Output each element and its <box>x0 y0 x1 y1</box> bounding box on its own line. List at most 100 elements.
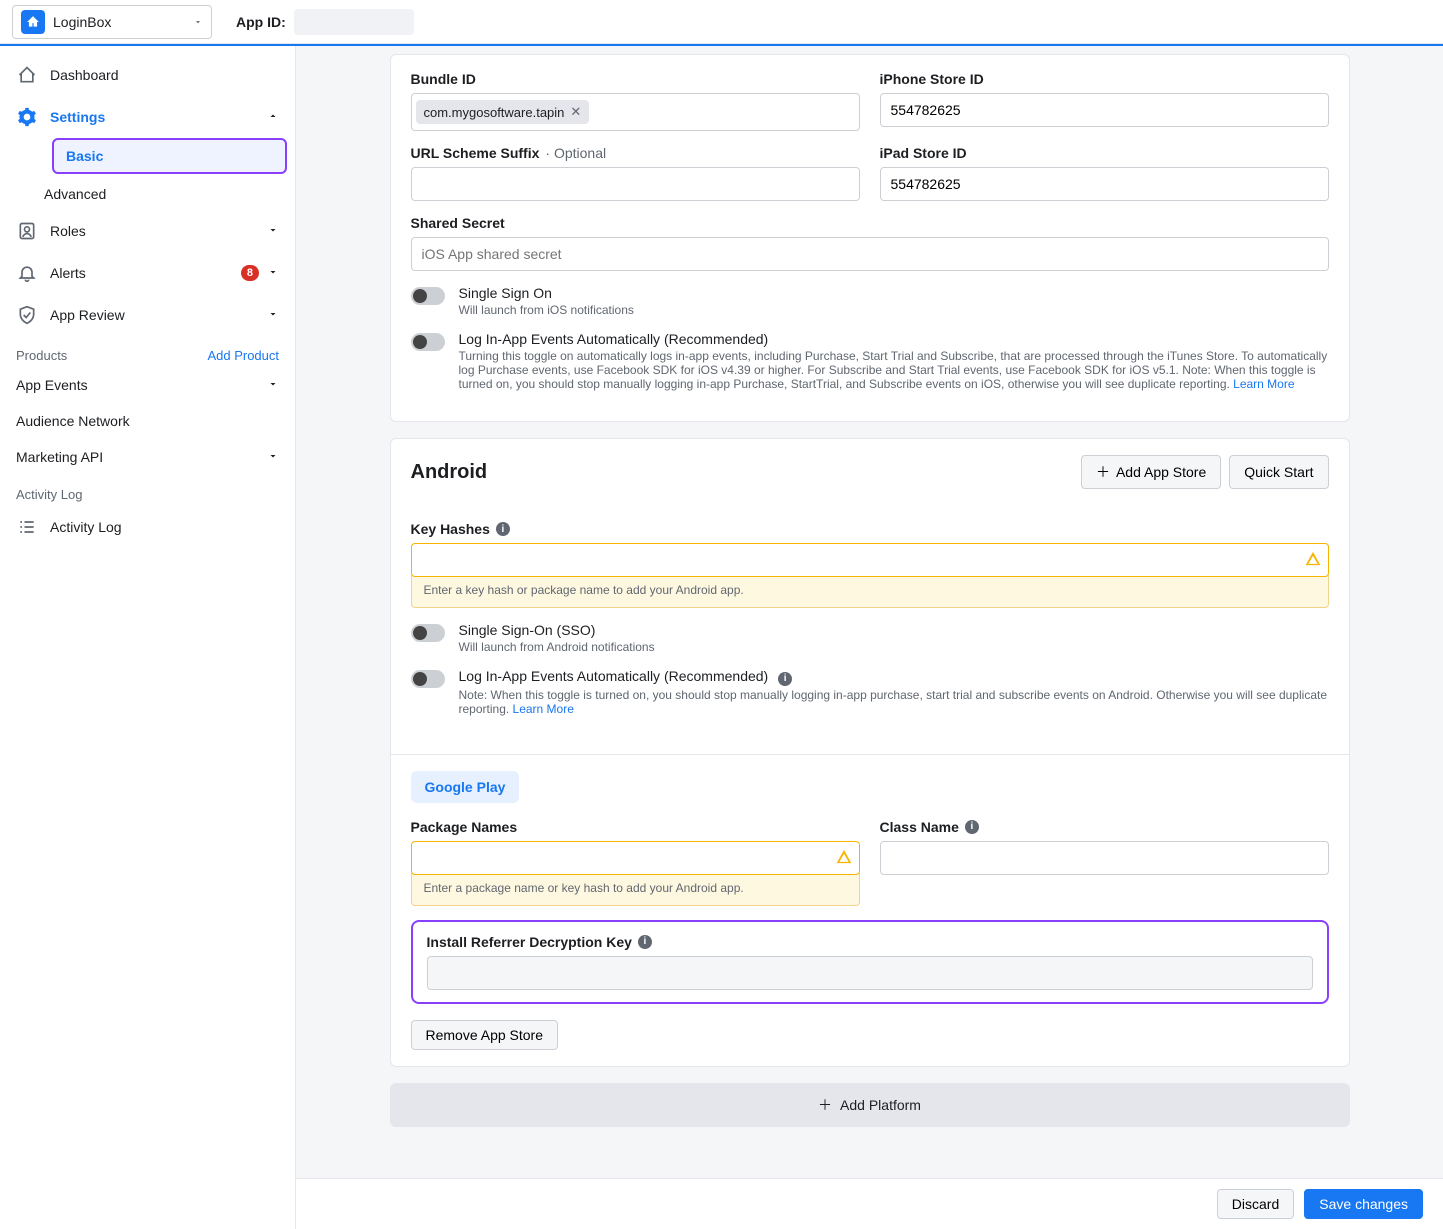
ios-sso-toggle[interactable] <box>411 287 445 305</box>
add-app-store-button[interactable]: ＋ Add App Store <box>1081 455 1221 489</box>
sidebar-label: Roles <box>50 223 86 239</box>
package-names-label: Package Names <box>411 819 860 835</box>
info-icon[interactable]: i <box>778 672 792 686</box>
package-names-warning: Enter a package name or key hash to add … <box>411 873 860 906</box>
bell-icon <box>16 262 38 284</box>
gear-icon <box>16 106 38 128</box>
android-log-events-desc: Note: When this toggle is turned on, you… <box>459 688 1329 716</box>
ios-log-events-desc: Turning this toggle on automatically log… <box>459 349 1329 391</box>
bundle-id-chip: com.mygosoftware.tapin ✕ <box>416 100 590 124</box>
sidebar-label: App Events <box>16 377 88 393</box>
android-sso-toggle[interactable] <box>411 624 445 642</box>
key-hashes-input[interactable] <box>411 543 1329 577</box>
android-title: Android <box>411 461 488 484</box>
install-key-label: Install Referrer Decryption Key i <box>427 934 1313 950</box>
info-icon[interactable]: i <box>965 820 979 834</box>
ipad-store-id-label: iPad Store ID <box>880 145 1329 161</box>
bundle-id-input[interactable]: com.mygosoftware.tapin ✕ <box>411 93 860 131</box>
ios-log-events-toggle[interactable] <box>411 333 445 351</box>
chevron-down-icon <box>267 265 279 281</box>
sidebar-subitem-basic[interactable]: Basic <box>52 138 287 174</box>
iphone-store-id-input[interactable] <box>880 93 1329 127</box>
android-log-events-title: Log In-App Events Automatically (Recomme… <box>459 668 1329 686</box>
ios-sso-title: Single Sign On <box>459 285 634 301</box>
discard-button[interactable]: Discard <box>1217 1189 1294 1219</box>
learn-more-link[interactable]: Learn More <box>1233 377 1294 391</box>
sidebar-item-dashboard[interactable]: Dashboard <box>0 54 295 96</box>
class-name-label: Class Name i <box>880 819 1329 835</box>
save-changes-button[interactable]: Save changes <box>1304 1189 1423 1219</box>
info-icon[interactable]: i <box>638 935 652 949</box>
sidebar-subitem-advanced[interactable]: Advanced <box>44 178 295 210</box>
class-name-input[interactable] <box>880 841 1329 875</box>
android-sso-title: Single Sign-On (SSO) <box>459 622 655 638</box>
plus-icon: ＋ <box>818 1095 832 1115</box>
shared-secret-input[interactable] <box>411 237 1329 271</box>
main-content: Bundle ID com.mygosoftware.tapin ✕ iPhon… <box>296 46 1443 1229</box>
sidebar-item-settings[interactable]: Settings <box>0 96 295 138</box>
android-log-events-toggle[interactable] <box>411 670 445 688</box>
add-platform-button[interactable]: ＋ Add Platform <box>390 1083 1350 1127</box>
roles-icon <box>16 220 38 242</box>
alerts-badge: 8 <box>241 265 259 281</box>
android-card: Android ＋ Add App Store Quick Start Key … <box>390 438 1350 1067</box>
app-logo-icon <box>21 10 45 34</box>
ipad-store-id-input[interactable] <box>880 167 1329 201</box>
chip-text: com.mygosoftware.tapin <box>424 105 565 120</box>
remove-app-store-button[interactable]: Remove App Store <box>411 1020 559 1050</box>
ios-card: Bundle ID com.mygosoftware.tapin ✕ iPhon… <box>390 54 1350 422</box>
app-id-value <box>294 9 414 35</box>
sidebar-item-activity-log[interactable]: Activity Log <box>0 506 295 548</box>
sidebar: Dashboard Settings Basic Advanced Roles … <box>0 46 296 1229</box>
footer-bar: Discard Save changes <box>296 1178 1443 1229</box>
label-text: Install Referrer Decryption Key <box>427 934 632 950</box>
app-id-label: App ID: <box>236 14 286 30</box>
sidebar-label: Activity Log <box>50 519 122 535</box>
iphone-store-id-label: iPhone Store ID <box>880 71 1329 87</box>
learn-more-link[interactable]: Learn More <box>513 702 574 716</box>
label-text: URL Scheme Suffix <box>411 145 540 161</box>
label-text: Key Hashes <box>411 521 490 537</box>
optional-text: · Optional <box>545 145 606 161</box>
sidebar-label: Dashboard <box>50 67 119 83</box>
sidebar-label: Settings <box>50 109 105 125</box>
app-name: LoginBox <box>53 14 111 30</box>
chevron-down-icon <box>267 307 279 323</box>
sidebar-item-alerts[interactable]: Alerts 8 <box>0 252 295 294</box>
add-product-link[interactable]: Add Product <box>207 348 279 363</box>
app-id-group: App ID: <box>236 9 414 35</box>
info-icon[interactable]: i <box>496 522 510 536</box>
products-label: Products <box>16 348 67 363</box>
list-icon <box>16 516 38 538</box>
ios-sso-desc: Will launch from iOS notifications <box>459 303 634 317</box>
chip-remove-icon[interactable]: ✕ <box>570 104 581 120</box>
caret-down-icon <box>193 14 203 30</box>
warning-icon <box>1305 551 1321 570</box>
chevron-up-icon <box>267 109 279 125</box>
app-selector-dropdown[interactable]: LoginBox <box>12 5 212 39</box>
sidebar-item-audience-network[interactable]: Audience Network <box>0 403 295 439</box>
button-label: Add App Store <box>1116 464 1206 480</box>
google-play-tab[interactable]: Google Play <box>411 771 520 803</box>
top-bar: LoginBox App ID: <box>0 0 1443 44</box>
url-scheme-input[interactable] <box>411 167 860 201</box>
add-platform-label: Add Platform <box>840 1097 921 1113</box>
sidebar-item-app-events[interactable]: App Events <box>0 367 295 403</box>
sidebar-label: Alerts <box>50 265 86 281</box>
url-scheme-label: URL Scheme Suffix · Optional <box>411 145 860 161</box>
sidebar-item-roles[interactable]: Roles <box>0 210 295 252</box>
bundle-id-label: Bundle ID <box>411 71 860 87</box>
sidebar-item-app-review[interactable]: App Review <box>0 294 295 336</box>
sidebar-item-marketing-api[interactable]: Marketing API <box>0 439 295 475</box>
quick-start-button[interactable]: Quick Start <box>1229 455 1328 489</box>
warning-icon <box>836 848 852 867</box>
chevron-down-icon <box>267 223 279 239</box>
home-icon <box>16 64 38 86</box>
install-key-input <box>427 956 1313 990</box>
key-hashes-warning: Enter a key hash or package name to add … <box>411 575 1329 608</box>
key-hashes-label: Key Hashes i <box>411 521 1329 537</box>
shield-icon <box>16 304 38 326</box>
ios-log-events-title: Log In-App Events Automatically (Recomme… <box>459 331 1329 347</box>
sidebar-section-activity: Activity Log <box>0 475 295 506</box>
package-names-input[interactable] <box>411 841 860 875</box>
